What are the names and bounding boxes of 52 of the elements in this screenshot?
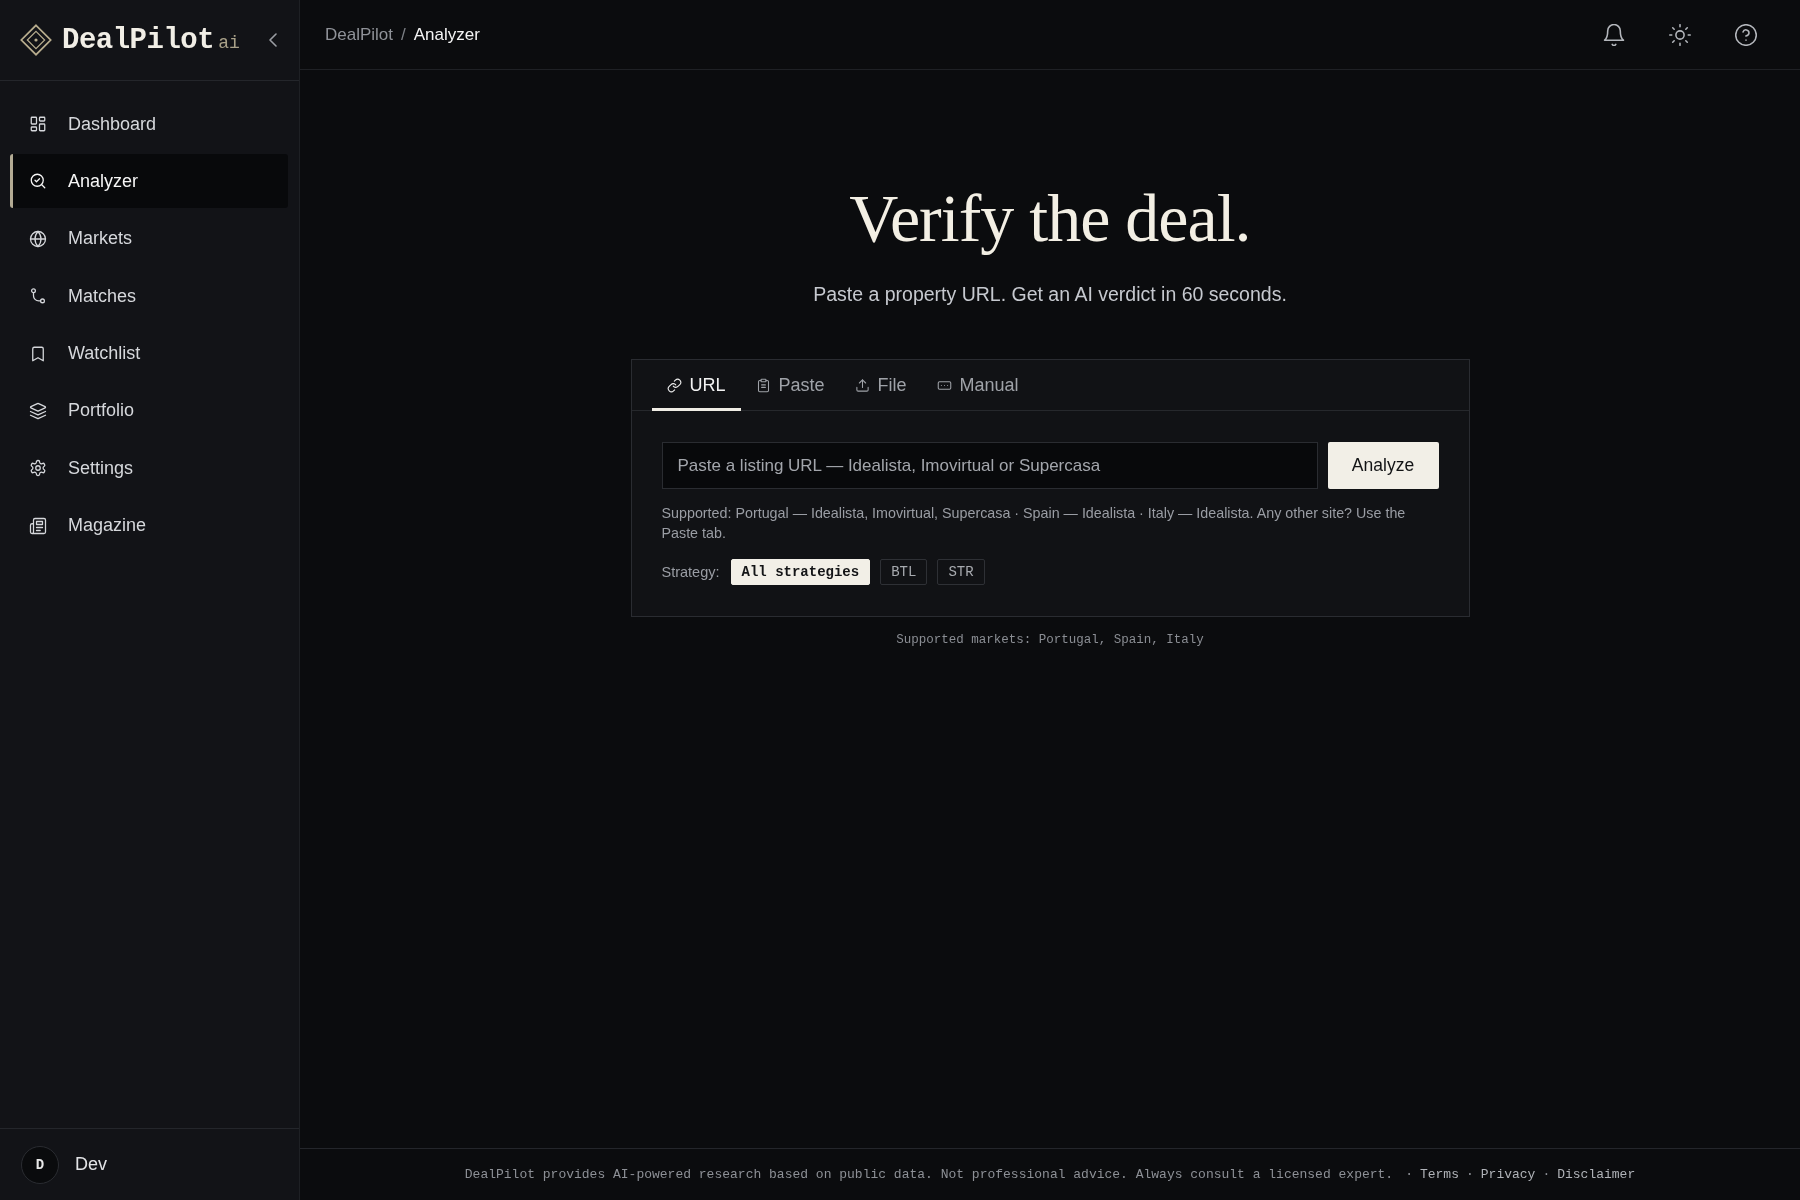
input-tab[interactable]: Paste <box>740 360 840 411</box>
help-icon[interactable] <box>1735 23 1757 46</box>
disclaimer-text: DealPilot provides AI-powered research based on public data. Not professional advice. Always consult a licensed expert. <box>464 1167 1394 1182</box>
user-avatar[interactable]: D <box>21 1145 59 1184</box>
chevron-left-icon[interactable] <box>269 33 277 47</box>
strategy-option[interactable]: BTL <box>880 559 928 585</box>
breadcrumb-current: Analyzer <box>413 24 480 45</box>
breadcrumb-separator: / <box>401 24 406 45</box>
input-tab[interactable]: File <box>839 360 922 411</box>
sidebar-item[interactable]: Magazine <box>10 498 288 553</box>
analyze-button[interactable]: Analyze <box>1327 442 1439 489</box>
globe-icon <box>29 229 47 248</box>
footer-separator: · <box>1405 1167 1413 1182</box>
url-input[interactable]: Paste a listing URL — Idealista, Imovirtual or Supercasa <box>661 442 1318 489</box>
footer-link[interactable]: Terms <box>1419 1167 1459 1182</box>
bell-icon[interactable] <box>1603 23 1625 46</box>
breadcrumb-link[interactable]: DealPilot <box>325 24 394 45</box>
diamond-logo-icon <box>20 24 52 56</box>
bookmark-icon <box>29 344 47 363</box>
sidebar-item[interactable]: Matches <box>10 269 288 324</box>
sidebar-item[interactable]: Markets <box>10 211 288 266</box>
strategy-label: Strategy: <box>661 564 720 580</box>
strategy-option[interactable]: STR <box>937 559 985 585</box>
page-subtitle: Paste a property URL. Get an AI verdict in 60 seconds. <box>813 282 1287 306</box>
sidebar-item[interactable]: Portfolio <box>10 383 288 438</box>
route-icon <box>29 287 47 306</box>
logo-suffix: ai <box>218 32 240 53</box>
upload-icon <box>854 377 870 393</box>
settings-icon <box>29 459 47 478</box>
sun-icon[interactable] <box>1669 23 1691 46</box>
footer-separator: · <box>1542 1167 1551 1182</box>
footer-link[interactable]: Privacy <box>1480 1167 1536 1182</box>
sidebar-item[interactable]: Dashboard <box>10 97 288 151</box>
supported-sites-text: Supported: Portugal — Idealista, Imovirtual, Supercasa · Spain — Idealista · Italy — Idealista. Any other site? Use the Paste tab. <box>661 504 1407 543</box>
sidebar-item[interactable]: Analyzer <box>10 154 288 209</box>
clipboard-icon <box>755 377 771 393</box>
link-icon <box>666 377 682 393</box>
footer-link[interactable]: Disclaimer <box>1557 1167 1636 1182</box>
input-tab[interactable]: URL <box>651 360 741 411</box>
newspaper-icon <box>29 516 47 535</box>
grid-icon <box>29 115 47 133</box>
user-name: Dev <box>75 1154 107 1175</box>
logo-text: DealPilot <box>62 23 215 57</box>
sidebar-item[interactable]: Watchlist <box>10 326 288 381</box>
search-check-icon <box>29 172 47 191</box>
footer-separator: · <box>1465 1167 1474 1182</box>
supported-markets-note: Supported markets: Portugal, Spain, Italy <box>896 633 1204 647</box>
strategy-option[interactable]: All strategies <box>730 559 871 585</box>
page-title: Verify the deal. <box>849 180 1251 256</box>
input-tab[interactable]: Manual <box>921 360 1034 411</box>
layers-icon <box>29 401 47 420</box>
sidebar-item[interactable]: Settings <box>10 441 288 496</box>
